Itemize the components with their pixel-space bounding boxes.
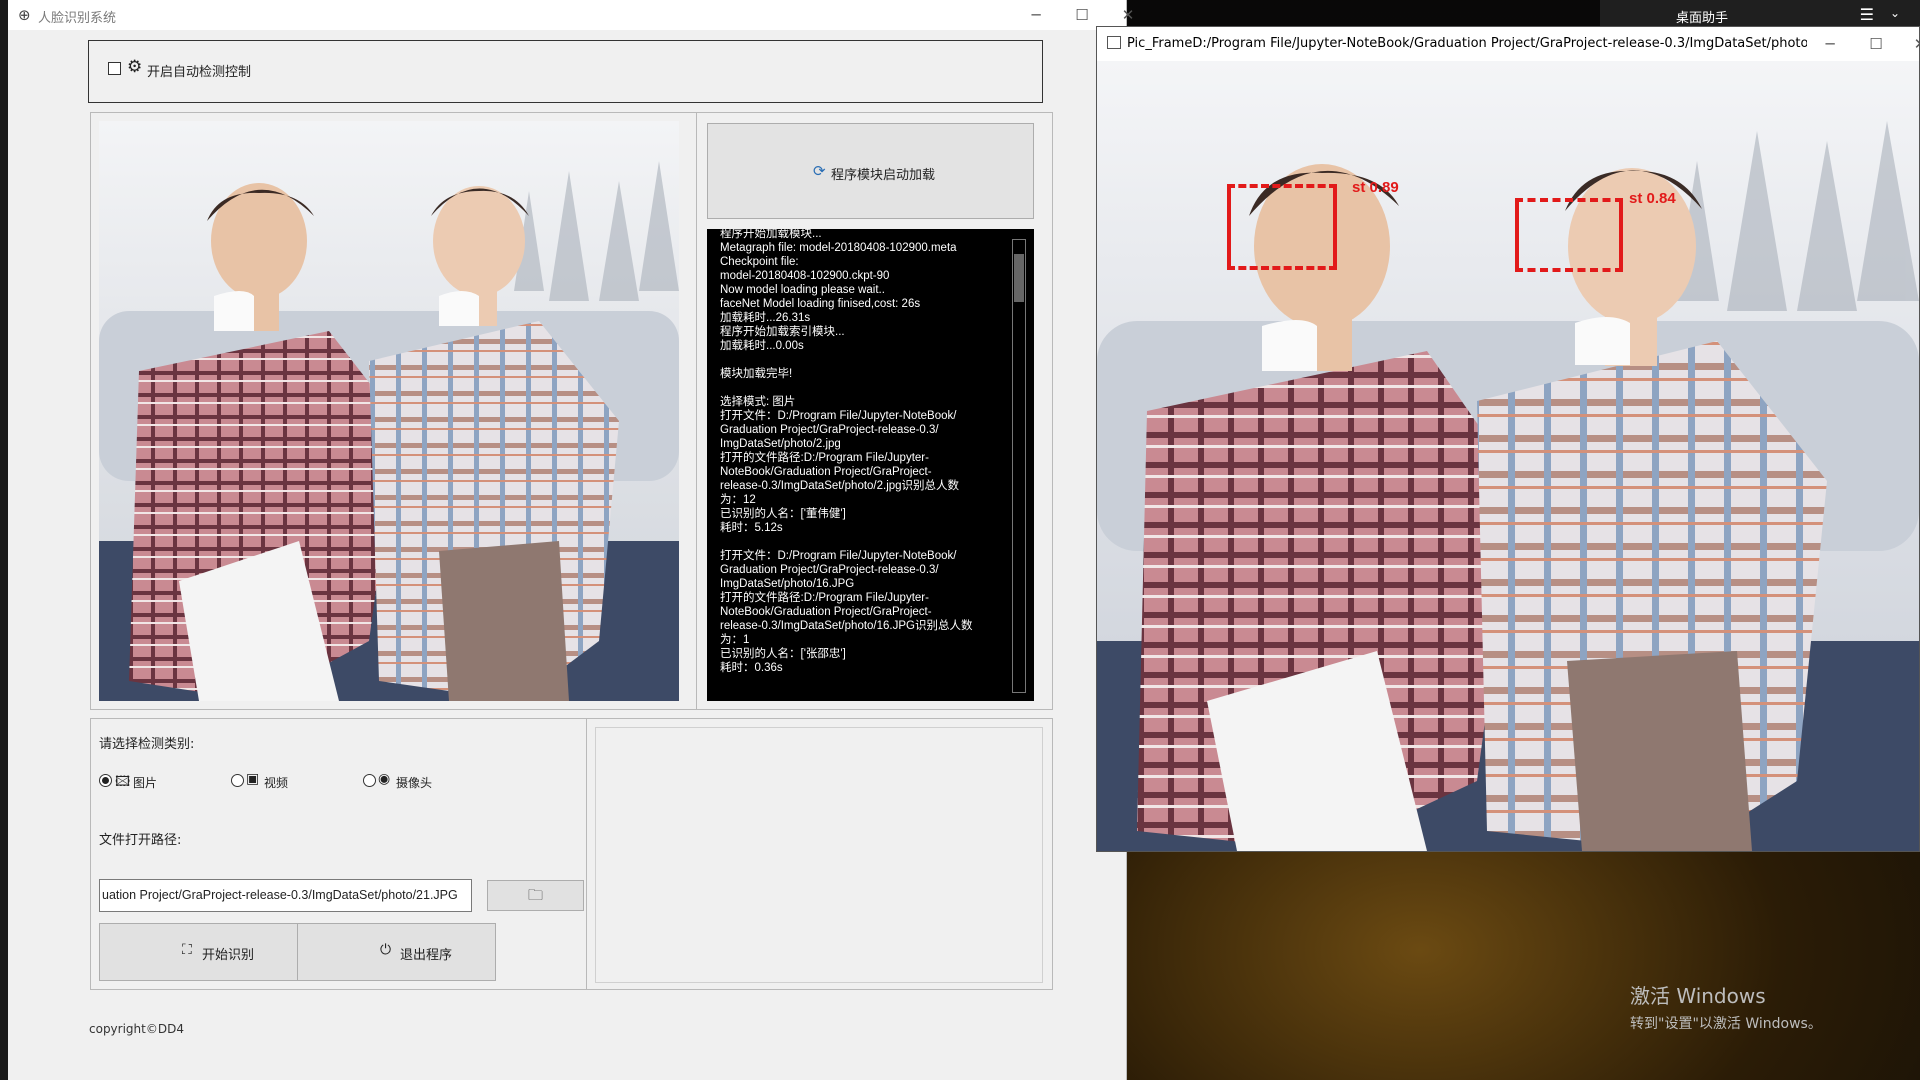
log-line: model-20180408-102900.ckpt-90: [720, 270, 890, 282]
window-title: 人脸识别系统: [38, 11, 117, 26]
preview-area: [595, 727, 1043, 983]
radio-video[interactable]: [231, 774, 244, 787]
preview-panel: [586, 718, 1053, 990]
pic-close-button[interactable]: ✕: [1897, 29, 1919, 59]
log-line: 耗时：0.36s: [720, 662, 783, 674]
load-modules-button[interactable]: ⟳ 程序模块启动加载: [707, 123, 1034, 219]
log-line: 选择模式: 图片: [720, 396, 796, 408]
log-line: 加载耗时...26.31s: [720, 312, 811, 324]
log-line: Graduation Project/GraProject-release-0.…: [720, 564, 939, 576]
log-line: NoteBook/Graduation Project/GraProject-: [720, 606, 932, 618]
detect-type-label: 请选择检测类别:: [99, 737, 195, 752]
main-window: ⊕ 人脸识别系统 ─ ☐ ✕ ⚙ 开启自动检测控制 ⟳ 程序模块启动加载 程序开…: [8, 0, 1134, 1080]
scrollbar-thumb[interactable]: [1014, 254, 1024, 302]
power-icon: ⏻: [380, 942, 392, 958]
windows-activation-watermark: 激活 Windows 转到"设置"以激活 Windows。: [1630, 980, 1822, 1033]
exit-program-label: 退出程序: [400, 948, 453, 963]
auto-detect-group: ⚙ 开启自动检测控制: [88, 40, 1043, 103]
log-line: 为：12: [720, 494, 756, 506]
watermark-line2: 转到"设置"以激活 Windows。: [1630, 1016, 1822, 1032]
face-score-label-2: st 0.84: [1629, 190, 1676, 207]
log-console[interactable]: 程序开始加载模块... Metagraph file: model-2018040…: [707, 229, 1034, 701]
console-scrollbar[interactable]: [1012, 239, 1026, 693]
source-photo: caotujun: [99, 121, 679, 701]
detection-settings-panel: 请选择检测类别: 🖾 图片 ▣ 视频 ◉ 摄像头 文件打开路径: uation …: [90, 718, 587, 990]
log-line: 耗时：5.12s: [720, 522, 783, 534]
image-display-panel: caotujun: [90, 112, 697, 710]
log-line: 程序开始加载索引模块...: [720, 326, 845, 338]
log-line: ImgDataSet/photo/2.jpg: [720, 438, 841, 450]
hamburger-menu-icon[interactable]: ☰: [1860, 5, 1874, 24]
browse-folder-button[interactable]: 🗀: [487, 880, 584, 911]
log-line: 打开文件：D:/Program File/Jupyter-NoteBook/: [720, 410, 957, 422]
chevron-down-icon[interactable]: ⌄: [1890, 6, 1900, 20]
auto-detect-checkbox[interactable]: [108, 62, 121, 75]
globe-icon: ⊕: [18, 6, 31, 24]
load-modules-label: 程序模块启动加载: [831, 168, 936, 183]
file-path-input[interactable]: uation Project/GraProject-release-0.3/Im…: [99, 879, 472, 912]
exit-program-button[interactable]: ⏻ 退出程序: [297, 923, 496, 981]
log-lines: 程序开始加载模块... Metagraph file: model-2018040…: [720, 229, 1010, 675]
window-icon: [1107, 36, 1121, 49]
face-score-label-1: st 0.89: [1352, 179, 1399, 196]
control-output-panel: ⟳ 程序模块启动加载 程序开始加载模块... Metagraph file: mo…: [696, 112, 1053, 710]
start-recognition-label: 开始识别: [202, 948, 255, 963]
pic-frame-window: Pic_FrameD:/Program File/Jupyter-NoteBoo…: [1096, 26, 1920, 852]
main-titlebar[interactable]: ⊕ 人脸识别系统 ─ ☐ ✕: [8, 0, 1134, 30]
log-line: 为：1: [720, 634, 750, 646]
log-line: ImgDataSet/photo/16.JPG: [720, 578, 855, 590]
log-line: Now model loading please wait..: [720, 284, 885, 296]
radio-camera[interactable]: [363, 774, 376, 787]
log-line: Graduation Project/GraProject-release-0.…: [720, 424, 939, 436]
radio-image[interactable]: [99, 774, 112, 787]
pic-titlebar[interactable]: Pic_FrameD:/Program File/Jupyter-NoteBoo…: [1097, 27, 1919, 61]
gear-icon: ⚙: [127, 57, 143, 77]
pic-maximize-button[interactable]: ☐: [1853, 29, 1899, 59]
log-line: release-0.3/ImgDataSet/photo/16.JPG识别总人数: [720, 620, 973, 632]
copyright-text: copyright©DD4: [89, 1022, 184, 1036]
log-line: 打开文件：D:/Program File/Jupyter-NoteBook/: [720, 550, 957, 562]
log-line: 程序开始加载模块...: [720, 229, 822, 240]
radio-image-label: 图片: [133, 776, 158, 790]
log-line: 加载耗时...0.00s: [720, 340, 804, 352]
pic-minimize-button[interactable]: ─: [1807, 29, 1853, 59]
face-scan-icon: ⛶: [182, 942, 192, 958]
minimize-button[interactable]: ─: [1013, 0, 1059, 30]
radio-video-label: 视频: [264, 776, 289, 790]
desktop-edge: [0, 0, 8, 1080]
log-line: faceNet Model loading finised,cost: 26s: [720, 298, 921, 310]
auto-detect-label: 开启自动检测控制: [147, 65, 252, 80]
desktop-assistant-label: 桌面助手: [1676, 11, 1729, 26]
folder-icon: 🗀: [527, 886, 543, 904]
start-recognition-button[interactable]: ⛶ 开始识别: [99, 923, 298, 981]
log-line: 已识别的人名：['张邵忠']: [720, 648, 846, 660]
face-detection-box-1: [1227, 184, 1337, 270]
face-detection-box-2: [1515, 198, 1623, 272]
refresh-icon: ⟳: [813, 162, 826, 180]
watermark-line1: 激活 Windows: [1630, 984, 1766, 1008]
video-icon: ▣: [246, 771, 260, 787]
log-line: release-0.3/ImgDataSet/photo/2.jpg识别总人数: [720, 480, 960, 492]
log-line: 模块加载完毕!: [720, 368, 793, 380]
log-line: 打开的文件路径:D:/Program File/Jupyter-: [720, 452, 929, 464]
log-line: Metagraph file: model-20180408-102900.me…: [720, 242, 957, 254]
log-line: NoteBook/Graduation Project/GraProject-: [720, 466, 932, 478]
webcam-icon: ◉: [378, 771, 391, 787]
detection-result-image: caotujun st 0.89 st 0.84: [1097, 61, 1919, 851]
radio-camera-label: 摄像头: [396, 776, 433, 790]
log-line: Checkpoint file:: [720, 256, 799, 268]
log-line: 已识别的人名：['董伟健']: [720, 508, 846, 520]
log-line: 打开的文件路径:D:/Program File/Jupyter-: [720, 592, 929, 604]
path-label: 文件打开路径:: [99, 833, 182, 848]
pic-window-title: Pic_FrameD:/Program File/Jupyter-NoteBoo…: [1127, 36, 1807, 51]
image-icon: 🖾: [115, 774, 131, 790]
